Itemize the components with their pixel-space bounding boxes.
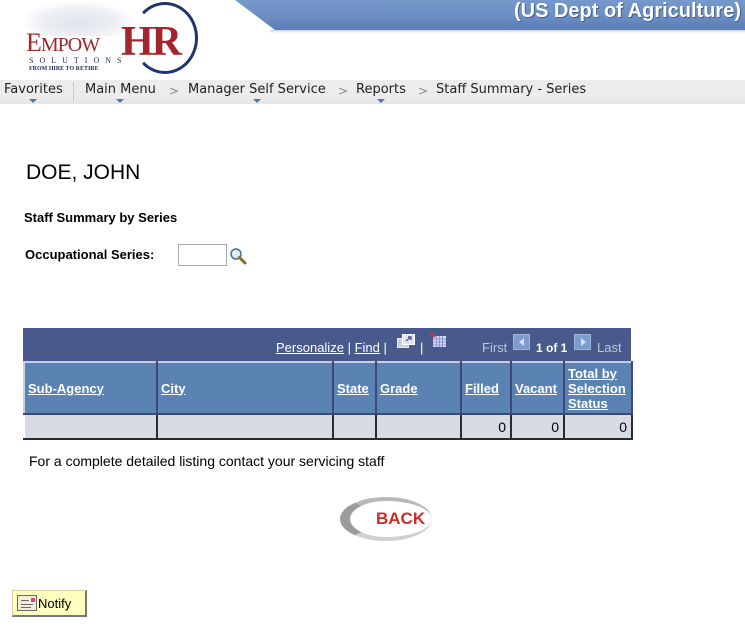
- magnifier-icon[interactable]: [229, 247, 247, 265]
- cell-sub-agency: [23, 413, 158, 440]
- column-header-grade[interactable]: Grade: [375, 361, 462, 415]
- table-row: 0 0 0: [23, 413, 633, 440]
- back-button[interactable]: BACK: [338, 495, 438, 543]
- notify-button[interactable]: Notify: [12, 590, 87, 617]
- org-title: (US Dept of Agriculture): [513, 0, 741, 22]
- toolbar-separator: |: [420, 340, 424, 355]
- pagination-status: 1 of 1: [536, 341, 568, 355]
- logo-brand-prefix: EMPOW: [26, 28, 100, 58]
- sort-link-sub-agency[interactable]: Sub-Agency: [28, 381, 104, 396]
- breadcrumb-separator-icon: >: [169, 84, 180, 98]
- nav-main-menu-label: Main Menu: [85, 82, 156, 97]
- column-header-total-by-selection-status[interactable]: Total by Selection Status: [563, 361, 633, 415]
- breadcrumb-separator-icon: >: [418, 84, 429, 98]
- nav-manager-self-service[interactable]: Manager Self Service: [188, 81, 326, 103]
- logo-brand-prefix-big: E: [26, 28, 42, 57]
- sort-link-total-by-selection-status[interactable]: Total by Selection Status: [568, 366, 626, 411]
- cell-filled: 0: [460, 413, 512, 440]
- sort-link-vacant[interactable]: Vacant: [515, 381, 557, 396]
- dropdown-arrow-icon: [29, 99, 38, 103]
- column-header-state[interactable]: State: [332, 361, 377, 415]
- cell-city: [156, 413, 334, 440]
- nav-main-menu[interactable]: Main Menu: [85, 81, 156, 103]
- toolbar-separator: |: [383, 340, 387, 355]
- cell-state: [332, 413, 377, 440]
- staff-summary-table: Sub-Agency City State Grade Filled Vacan…: [23, 361, 633, 440]
- find-link[interactable]: Find: [355, 340, 380, 355]
- nav-divider: [73, 83, 74, 101]
- sort-link-state[interactable]: State: [337, 381, 369, 396]
- nav-favorites-label: Favorites: [4, 82, 63, 97]
- previous-page-icon[interactable]: [513, 334, 530, 350]
- personalize-link[interactable]: Personalize: [276, 340, 344, 355]
- column-header-filled[interactable]: Filled: [460, 361, 512, 415]
- grid-toolbar-links: Personalize | Find |: [276, 340, 387, 356]
- next-page-icon[interactable]: [574, 334, 591, 350]
- new-window-icon[interactable]: [397, 334, 415, 352]
- sort-link-filled[interactable]: Filled: [465, 381, 499, 396]
- footnote-text: For a complete detailed listing contact …: [29, 453, 385, 469]
- dropdown-arrow-icon: [116, 99, 125, 103]
- last-page-label: Last: [597, 340, 622, 355]
- breadcrumb-nav: Favorites Main Menu > Manager Self Servi…: [0, 80, 745, 104]
- logo-brand-suffix: HR: [121, 19, 182, 65]
- first-page-label: First: [482, 340, 508, 355]
- download-to-excel-icon[interactable]: [429, 332, 447, 351]
- nav-favorites[interactable]: Favorites: [4, 81, 63, 103]
- logo-brand-prefix-small: MPOW: [40, 34, 100, 56]
- logo-subtitle: SOLUTIONS: [29, 56, 128, 65]
- cell-total-by-selection-status: 0: [563, 413, 633, 440]
- page-title: Staff Summary by Series: [24, 210, 178, 225]
- notify-envelope-icon: [17, 595, 37, 611]
- notify-button-label: Notify: [38, 596, 72, 611]
- empowhr-logo: EMPOW HR SOLUTIONS FROM HIRE TO RETIRE: [20, 2, 210, 78]
- table-header-row: Sub-Agency City State Grade Filled Vacan…: [23, 361, 633, 415]
- nav-current-page-label: Staff Summary - Series: [436, 82, 587, 97]
- logo-tagline: FROM HIRE TO RETIRE: [29, 66, 99, 72]
- nav-staff-summary-series: Staff Summary - Series: [436, 81, 586, 99]
- toolbar-separator: |: [347, 340, 351, 355]
- column-header-vacant[interactable]: Vacant: [510, 361, 565, 415]
- nav-reports[interactable]: Reports: [356, 81, 406, 103]
- cell-grade: [375, 413, 462, 440]
- back-button-label: BACK: [376, 509, 426, 528]
- column-header-sub-agency[interactable]: Sub-Agency: [23, 361, 158, 415]
- staff-summary-grid: Personalize | Find | | First 1 of 1 Last…: [23, 328, 633, 440]
- breadcrumb-separator-icon: >: [338, 84, 349, 98]
- page-header: (US Dept of Agriculture) EMPOW HR SOLUTI…: [0, 0, 745, 82]
- header-banner-shadow: [270, 30, 745, 33]
- sort-link-city[interactable]: City: [161, 381, 186, 396]
- nav-manager-self-service-label: Manager Self Service: [188, 82, 326, 97]
- dropdown-arrow-icon: [252, 99, 261, 103]
- employee-name: DOE, JOHN: [26, 161, 141, 184]
- nav-reports-label: Reports: [356, 82, 406, 97]
- occupational-series-label: Occupational Series:: [25, 247, 155, 262]
- sort-link-grade[interactable]: Grade: [380, 381, 418, 396]
- cell-vacant: 0: [510, 413, 565, 440]
- column-header-city[interactable]: City: [156, 361, 334, 415]
- occupational-series-input[interactable]: [178, 244, 227, 266]
- grid-toolbar: Personalize | Find | | First 1 of 1 Last: [23, 328, 631, 361]
- dropdown-arrow-icon: [376, 99, 385, 103]
